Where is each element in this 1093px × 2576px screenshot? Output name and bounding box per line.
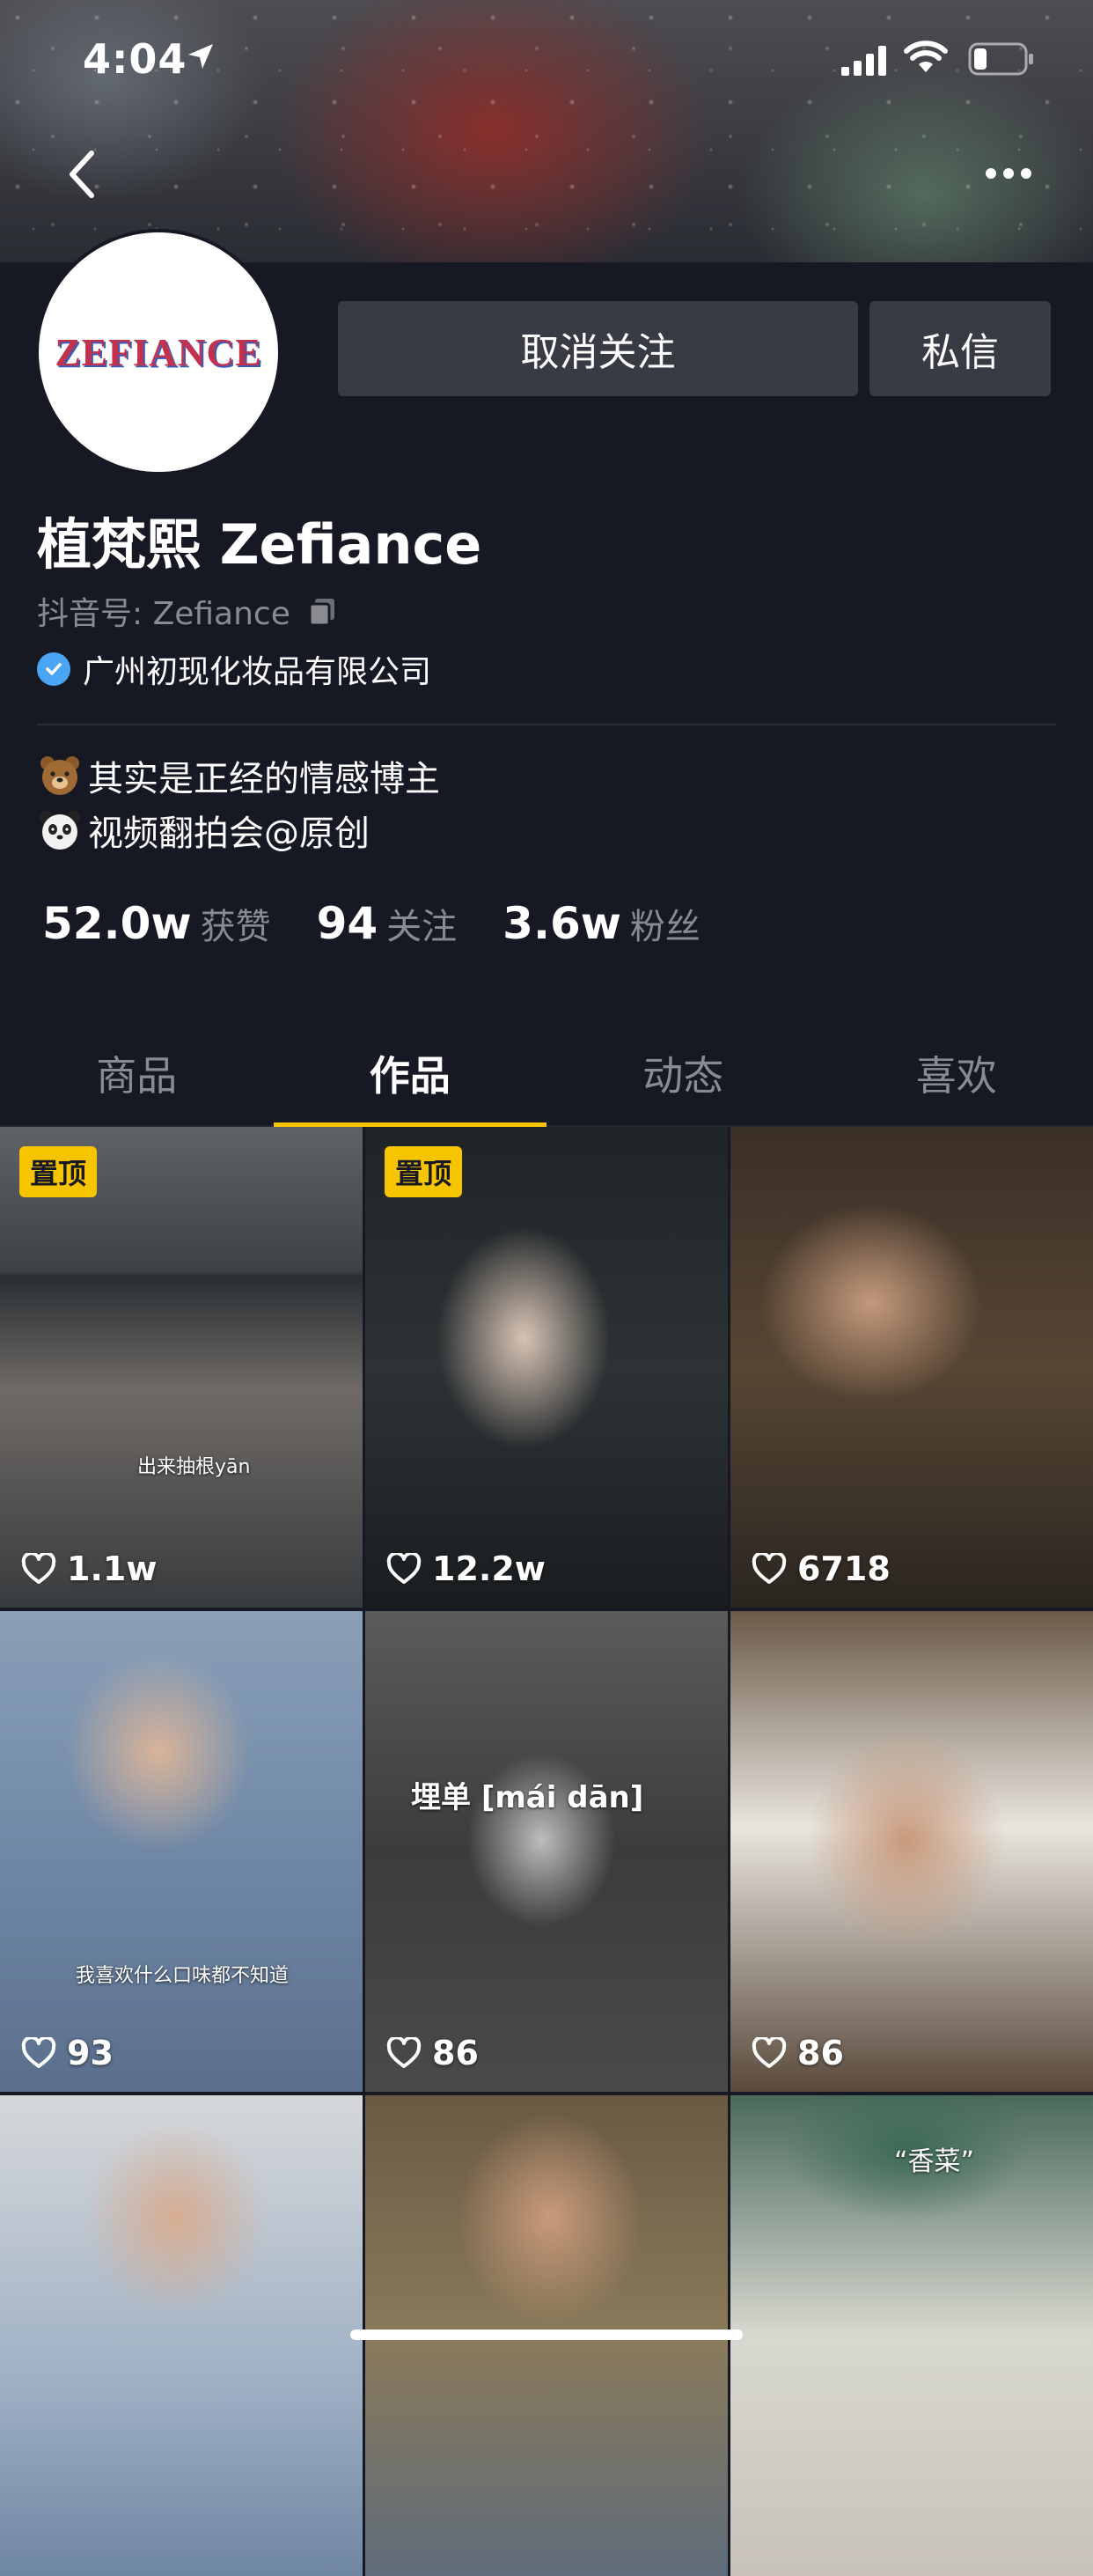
video-likes: 12.2w [386, 1549, 546, 1588]
video-likes-count: 12.2w [432, 1549, 546, 1588]
unfollow-button[interactable]: 取消关注 [338, 301, 858, 396]
video-likes-count: 1.1w [67, 1549, 157, 1588]
divider [37, 724, 1056, 725]
tab-activity[interactable]: 动态 [546, 1021, 820, 1125]
video-likes: 93 [21, 2034, 114, 2072]
video-thumbnail-5[interactable]: 埋单 [mái dān] 86 [365, 1611, 728, 2092]
video-caption: 我喜欢什么口味都不知道 [76, 1960, 289, 1988]
verified-company: 广州初现化妆品有限公司 [83, 646, 431, 692]
bio-line-2: 视频翻拍会@原创 [37, 805, 370, 856]
copy-icon[interactable] [306, 595, 338, 627]
location-arrow-icon [187, 42, 215, 70]
verified-check-icon [37, 652, 70, 686]
bear-emoji-icon [37, 753, 83, 799]
heart-icon [752, 2037, 787, 2069]
heart-icon [386, 2037, 422, 2069]
profile-stats: 52.0w 获赞 94 关注 3.6w 粉丝 [42, 898, 746, 949]
stat-followers[interactable]: 3.6w 粉丝 [502, 898, 701, 949]
message-button[interactable]: 私信 [869, 301, 1051, 396]
wifi-icon [903, 39, 949, 74]
douyin-id-row: 抖音号: Zefiance [37, 588, 338, 634]
profile-tabs: 商品 作品 动态 喜欢 [0, 1021, 1093, 1127]
stat-following-value: 94 [317, 898, 378, 949]
avatar-logo-text: ZEFIANCE [55, 330, 261, 375]
stat-following-label: 关注 [386, 898, 457, 949]
back-chevron-icon[interactable] [62, 148, 106, 201]
tab-works[interactable]: 作品 [274, 1021, 547, 1125]
video-thumbnail-2[interactable]: 置顶 12.2w [365, 1127, 728, 1608]
stat-followers-label: 粉丝 [630, 898, 701, 949]
verified-row: 广州初现化妆品有限公司 [37, 646, 431, 692]
stat-following[interactable]: 94 关注 [317, 898, 458, 949]
video-thumbnail-7[interactable] [0, 2095, 363, 2576]
bio-text-1: 其实是正经的情感博主 [88, 750, 440, 801]
video-thumbnail-3[interactable]: 6718 [730, 1127, 1093, 1608]
video-caption: 埋单 [mái dān] [411, 1773, 643, 1816]
video-caption: 出来抽根yān [137, 1451, 250, 1479]
video-likes-count: 86 [797, 2034, 844, 2072]
heart-icon [752, 1553, 787, 1585]
video-likes-count: 86 [432, 2034, 479, 2072]
video-likes: 86 [386, 2034, 479, 2072]
video-thumbnail-4[interactable]: 我喜欢什么口味都不知道 93 [0, 1611, 363, 2092]
stat-likes[interactable]: 52.0w 获赞 [42, 898, 271, 949]
status-time: 4:04 [83, 35, 187, 83]
stat-likes-label: 获赞 [201, 898, 271, 949]
video-likes: 6718 [752, 1549, 891, 1588]
video-thumbnail-1[interactable]: 置顶 出来抽根yān 1.1w [0, 1127, 363, 1608]
home-indicator[interactable] [350, 2329, 743, 2340]
display-name: 植梵熙 Zefiance [37, 500, 481, 579]
heart-icon [21, 2037, 56, 2069]
video-likes: 1.1w [21, 1549, 157, 1588]
avatar[interactable]: ZEFIANCE [35, 229, 282, 475]
video-caption: “香菜” [894, 2139, 974, 2178]
video-thumbnail-9[interactable]: “香菜” [730, 2095, 1093, 2576]
pinned-badge: 置顶 [385, 1146, 462, 1197]
pinned-badge: 置顶 [19, 1146, 97, 1197]
stat-likes-value: 52.0w [42, 898, 192, 949]
heart-icon [386, 1553, 422, 1585]
battery-icon [968, 42, 1035, 76]
heart-icon [21, 1553, 56, 1585]
stat-followers-value: 3.6w [502, 898, 621, 949]
tab-liked[interactable]: 喜欢 [820, 1021, 1093, 1125]
douyin-id-text: 抖音号: Zefiance [37, 588, 290, 634]
bio-text-2: 视频翻拍会@原创 [88, 805, 370, 856]
cellular-signal-icon [841, 46, 891, 76]
bio-line-1: 其实是正经的情感博主 [37, 750, 440, 801]
video-grid: 置顶 出来抽根yān 1.1w 置顶 12.2w 6718 我喜欢什么口味都不知… [0, 1127, 1093, 2576]
video-thumbnail-6[interactable]: 86 [730, 1611, 1093, 2092]
video-likes-count: 6718 [797, 1549, 891, 1588]
tab-products[interactable]: 商品 [0, 1021, 274, 1125]
video-likes-count: 93 [67, 2034, 114, 2072]
video-likes: 86 [752, 2034, 844, 2072]
panda-emoji-icon [37, 807, 83, 853]
more-options-icon[interactable] [984, 166, 1033, 181]
